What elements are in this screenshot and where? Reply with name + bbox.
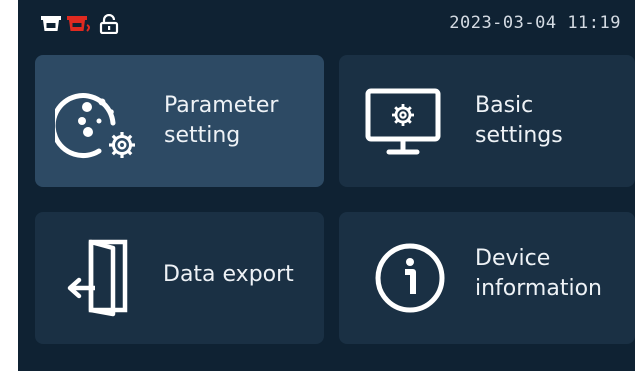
- main-menu-screen: 2023-03-04 11:19 Parameter setting Basic…: [18, 0, 635, 371]
- menu-tile-label: Parameter setting: [164, 93, 279, 148]
- tray-heating-icon: [67, 16, 90, 32]
- info-icon: [375, 243, 445, 313]
- menu-tile-parameter-setting[interactable]: Parameter setting: [35, 55, 324, 187]
- monitor-gear-icon: [365, 88, 441, 155]
- status-datetime: 2023-03-04 11:19: [449, 13, 621, 33]
- menu-tile-label: Data export: [163, 262, 294, 287]
- status-bar: 2023-03-04 11:19: [18, 0, 635, 48]
- menu-tile-basic-settings[interactable]: Basic settings: [339, 55, 635, 187]
- menu-tile-label: Device information: [475, 246, 602, 301]
- palette-gear-icon: [55, 93, 136, 159]
- menu-tile-data-export[interactable]: Data export: [35, 212, 324, 344]
- unlock-icon: [99, 14, 119, 34]
- menu-tile-label: Basic settings: [475, 93, 563, 148]
- door-exit-icon: [67, 239, 128, 317]
- menu-tile-device-information[interactable]: Device information: [339, 212, 635, 344]
- tray-icon: [41, 16, 61, 31]
